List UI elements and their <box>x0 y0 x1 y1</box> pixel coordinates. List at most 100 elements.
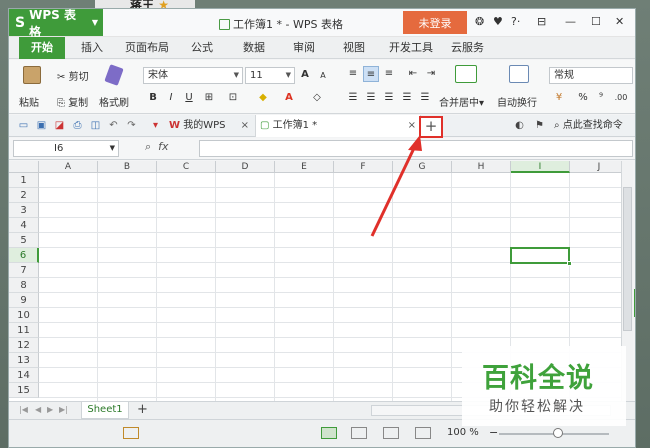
row-header[interactable]: 7 <box>9 263 39 278</box>
reading-view-icon[interactable] <box>415 427 431 439</box>
row-header[interactable]: 12 <box>9 338 39 353</box>
search-command[interactable]: ⌕ 点此查找命令 <box>554 115 623 137</box>
copy-button[interactable]: ⎘ 复制 <box>57 94 88 109</box>
export-pdf-icon[interactable]: ◪ <box>53 119 66 132</box>
skin-icon[interactable]: ❂ <box>475 15 484 28</box>
help-icon[interactable]: ?· <box>511 15 520 28</box>
tab-home[interactable]: 开始 <box>19 37 65 59</box>
column-header[interactable]: E <box>275 161 334 173</box>
percent-button[interactable]: % <box>575 90 591 106</box>
fx-icon[interactable]: fx <box>158 140 168 153</box>
row-header[interactable]: 14 <box>9 368 39 383</box>
column-header[interactable]: I <box>511 161 570 173</box>
format-painter-icon[interactable] <box>104 64 124 86</box>
column-header[interactable]: D <box>216 161 275 173</box>
tab-cloud[interactable]: 云服务 <box>451 37 484 59</box>
selected-cell[interactable] <box>510 247 572 266</box>
border-icon[interactable]: ⊞ <box>201 90 217 106</box>
fill-border-icon[interactable]: ⊡ <box>225 90 241 106</box>
paste-button[interactable]: 粘贴 <box>19 94 39 109</box>
dark-mode-icon[interactable]: ◐ <box>513 119 526 132</box>
italic-button[interactable]: I <box>163 90 179 106</box>
add-sheet-button[interactable]: + <box>137 402 148 418</box>
tab-my-wps[interactable]: W 我的WPS × <box>165 115 253 137</box>
last-sheet-icon[interactable]: ▶| <box>59 405 68 414</box>
next-sheet-icon[interactable]: ▶ <box>47 405 53 414</box>
tab-insert[interactable]: 插入 <box>81 37 103 59</box>
font-name-select[interactable]: 宋体 ▼ <box>143 67 243 84</box>
maximize-icon[interactable]: ☐ <box>591 15 601 28</box>
formula-input[interactable] <box>199 140 633 157</box>
distribute-icon[interactable]: ☰ <box>417 90 433 106</box>
column-header[interactable]: G <box>393 161 452 173</box>
grow-font-button[interactable]: A <box>297 67 313 83</box>
flag-icon[interactable]: ⚑ <box>533 119 546 132</box>
align-bottom-icon[interactable]: ≡ <box>381 66 397 82</box>
align-left-icon[interactable]: ☰ <box>345 90 361 106</box>
row-header[interactable]: 5 <box>9 233 39 248</box>
normal-view-icon[interactable] <box>321 427 337 439</box>
zoom-slider-knob[interactable] <box>553 428 563 438</box>
row-header[interactable]: 15 <box>9 383 39 398</box>
row-header[interactable]: 1 <box>9 173 39 188</box>
sheet-tab[interactable]: Sheet1 <box>81 402 129 419</box>
tab-data[interactable]: 数据 <box>243 37 265 59</box>
login-button[interactable]: 未登录 <box>403 11 467 34</box>
tab-review[interactable]: 审阅 <box>293 37 315 59</box>
column-header[interactable]: C <box>157 161 216 173</box>
row-header[interactable]: 4 <box>9 218 39 233</box>
zoom-out-button[interactable]: − <box>489 426 498 439</box>
undo-icon[interactable]: ↶ <box>107 119 120 132</box>
print-preview-icon[interactable]: ◫ <box>89 119 102 132</box>
first-sheet-icon[interactable]: |◀ <box>19 405 28 414</box>
page-layout-view-icon[interactable] <box>351 427 367 439</box>
wrap-text-icon[interactable] <box>509 65 529 83</box>
close-icon[interactable]: ✕ <box>615 15 624 28</box>
tab-workbook1[interactable]: ▢ 工作簿1 * × <box>255 115 421 137</box>
merge-center-icon[interactable] <box>455 65 477 83</box>
comma-button[interactable]: ⁹ <box>593 90 609 106</box>
new-tab-button[interactable]: + <box>419 116 443 138</box>
justify-icon[interactable]: ☰ <box>399 90 415 106</box>
align-right-icon[interactable]: ☰ <box>381 90 397 106</box>
number-format-select[interactable]: 常规 <box>549 67 633 84</box>
tab-developer[interactable]: 开发工具 <box>389 37 433 59</box>
align-top-icon[interactable]: ≡ <box>345 66 361 82</box>
format-painter-button[interactable]: 格式刷 <box>99 94 129 109</box>
row-header[interactable]: 9 <box>9 293 39 308</box>
scrollbar-thumb[interactable] <box>623 187 632 331</box>
decimal-button[interactable]: .00 <box>613 90 629 106</box>
column-header[interactable]: H <box>452 161 511 173</box>
font-size-select[interactable]: 11 ▼ <box>245 67 295 84</box>
minimize-icon[interactable]: — <box>565 15 576 28</box>
select-all-corner[interactable] <box>9 161 39 173</box>
zoom-search-icon[interactable]: ⌕ <box>145 140 151 153</box>
notes-icon[interactable] <box>123 427 139 439</box>
underline-button[interactable]: U <box>181 90 197 106</box>
cut-button[interactable]: ✂ 剪切 <box>57 68 89 83</box>
row-header[interactable]: 11 <box>9 323 39 338</box>
indent-increase-icon[interactable]: ⇥ <box>423 66 439 82</box>
prev-sheet-icon[interactable]: ◀ <box>35 405 41 414</box>
row-header[interactable]: 10 <box>9 308 39 323</box>
column-header[interactable]: B <box>98 161 157 173</box>
close-tab-icon[interactable]: × <box>408 115 416 137</box>
fill-color-icon[interactable]: ◆ <box>255 90 271 106</box>
align-center-icon[interactable]: ☰ <box>363 90 379 106</box>
tab-page-layout[interactable]: 页面布局 <box>125 37 169 59</box>
redo-icon[interactable]: ↷ <box>125 119 138 132</box>
font-color-icon[interactable]: A <box>281 90 297 106</box>
paste-icon[interactable] <box>23 66 41 84</box>
save-icon[interactable]: ▣ <box>35 119 48 132</box>
wrap-text-button[interactable]: 自动换行 <box>497 94 537 109</box>
currency-icon[interactable]: ¥ <box>551 90 567 106</box>
row-header[interactable]: 3 <box>9 203 39 218</box>
merge-center-button[interactable]: 合并居中▾ <box>439 94 484 109</box>
align-middle-icon[interactable]: ≡ <box>363 66 379 82</box>
fill-handle[interactable] <box>567 261 572 266</box>
side-panel-handle[interactable] <box>634 289 635 317</box>
close-tab-icon[interactable]: × <box>241 115 249 137</box>
tab-view[interactable]: 视图 <box>343 37 365 59</box>
page-break-view-icon[interactable] <box>383 427 399 439</box>
indent-decrease-icon[interactable]: ⇤ <box>405 66 421 82</box>
